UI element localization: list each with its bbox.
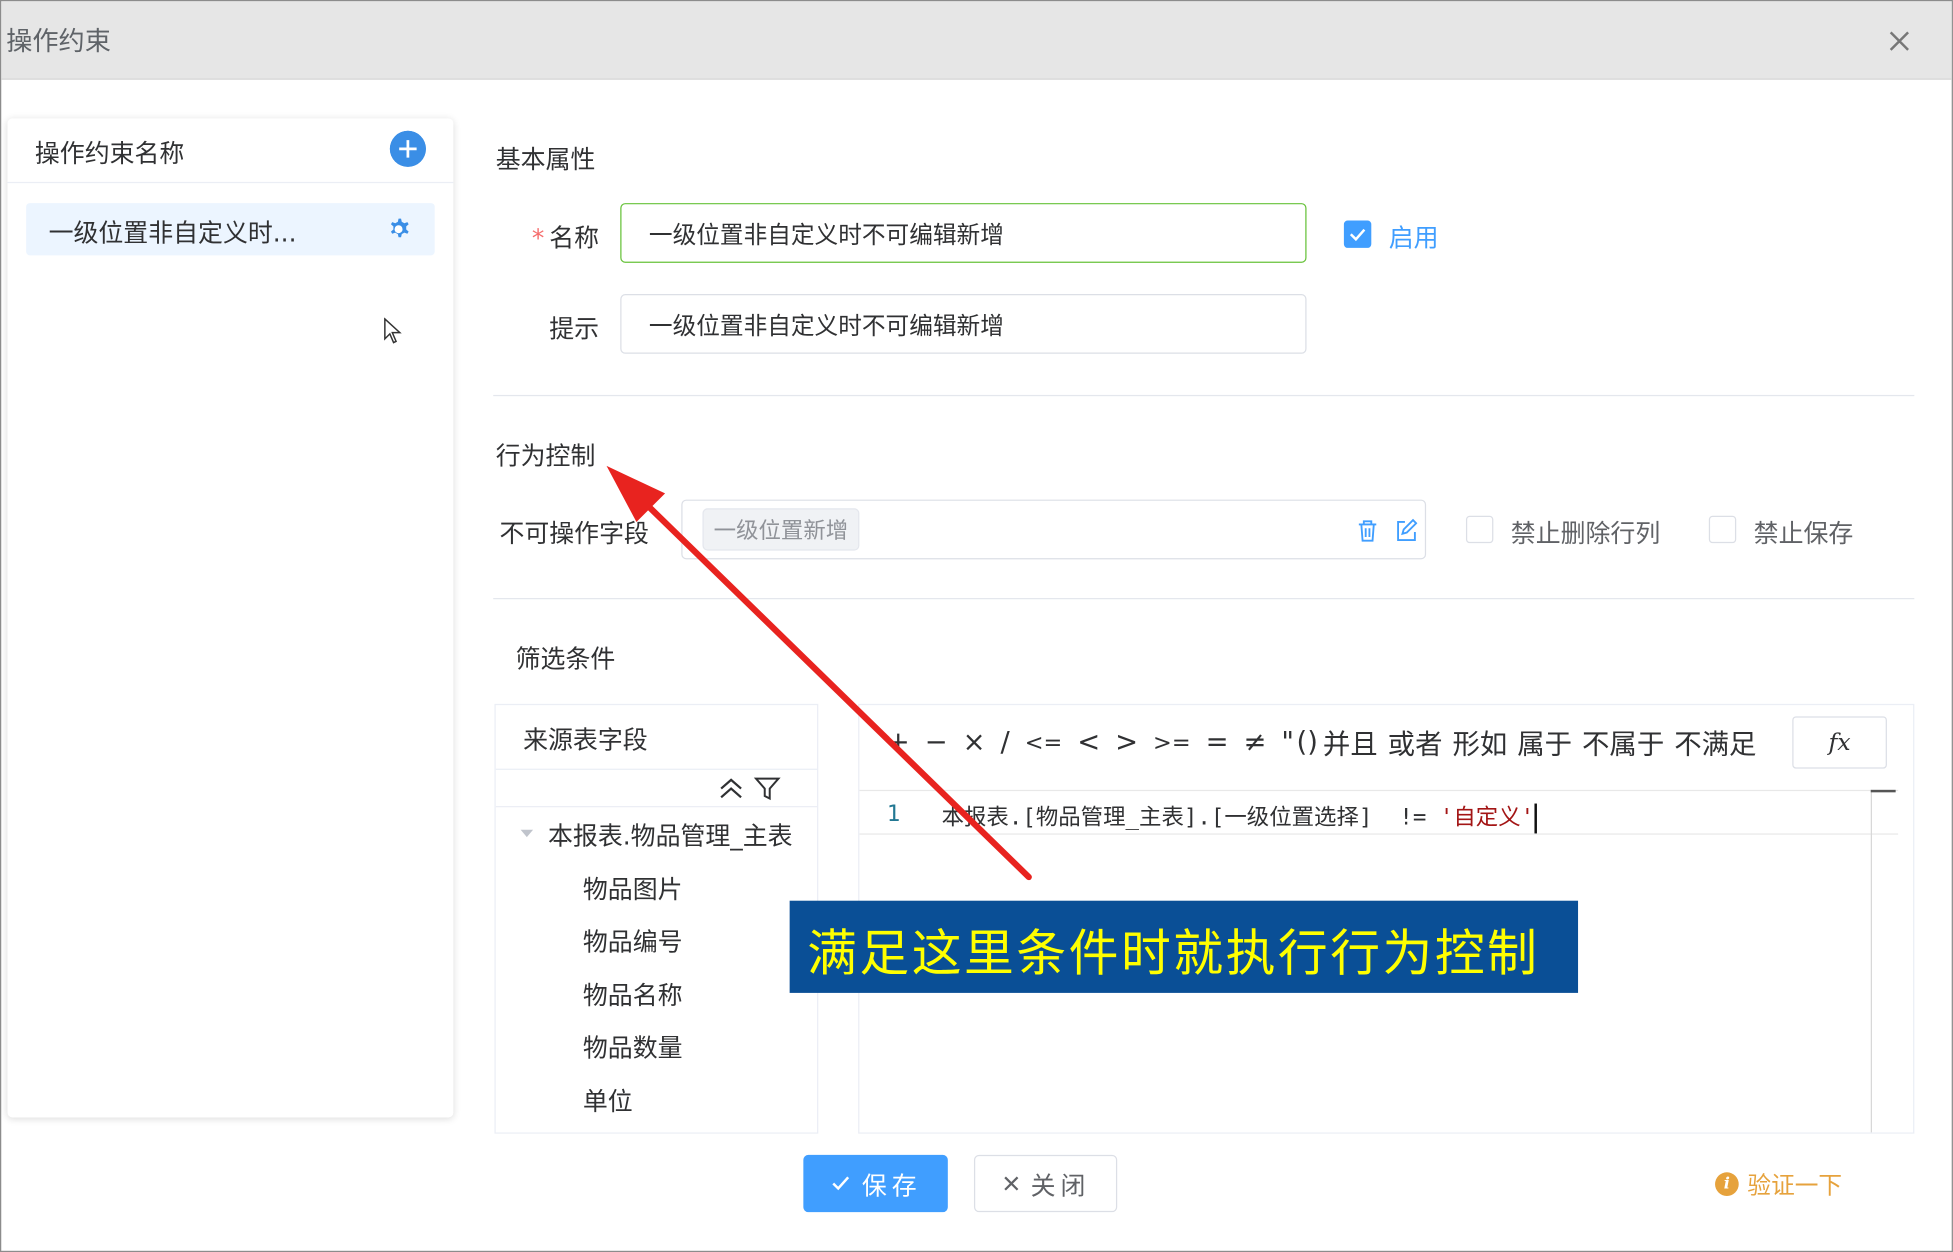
behavior-section-title: 行为控制 [495, 441, 596, 471]
check-icon [1349, 228, 1366, 242]
filter-section-title: 筛选条件 [515, 644, 616, 674]
gear-icon[interactable] [384, 214, 414, 244]
close-icon [1003, 1176, 1018, 1191]
operator-button[interactable]: 不属于 [1582, 723, 1664, 763]
restricted-fields-select[interactable]: 一级位置新增 [681, 499, 1427, 560]
check-icon [832, 1176, 850, 1191]
divider [493, 597, 1915, 600]
constraint-list-title: 操作约束名称 [34, 138, 185, 169]
tree-node[interactable]: 物品数量 [583, 1028, 683, 1064]
operator-button[interactable]: / [1001, 727, 1010, 758]
operator-toolbar: + − × / <= < > >= = ≠ " () 并且 或者 形如 属于 不… [887, 723, 1757, 763]
source-fields-header: 来源表字段 [495, 705, 818, 770]
operator-button[interactable]: > [1115, 727, 1138, 758]
operator-button[interactable]: " [1281, 727, 1294, 758]
forbid-delete-label[interactable]: 禁止删除行列 [1511, 513, 1660, 549]
enable-label[interactable]: 启用 [1389, 218, 1439, 254]
operator-button[interactable]: () [1297, 727, 1318, 758]
code-line[interactable]: 1 本报表.[物品管理_主表].[一级位置选择] != '自定义' [859, 789, 1899, 835]
dialog-titlebar: 操作约束 [1, 1, 1952, 80]
constraint-item-label: 一级位置非自定义时... [48, 218, 297, 248]
forbid-delete-checkbox[interactable] [1465, 515, 1494, 544]
line-number: 1 [886, 801, 901, 828]
constraint-list-panel: 操作约束名称 一级位置非自定义时... [7, 118, 454, 1118]
operator-button[interactable]: 形如 [1452, 723, 1507, 763]
operator-button[interactable]: 属于 [1517, 723, 1572, 763]
operator-button[interactable]: = [1206, 727, 1229, 758]
enable-checkbox[interactable] [1343, 220, 1372, 248]
name-input[interactable]: 一级位置非自定义时不可编辑新增 [620, 203, 1307, 263]
source-fields-panel: 来源表字段 本报表.物品管理_主表 物品图片 物品编号 物品名称 物品数量 单位 [494, 703, 819, 1134]
function-button[interactable]: fx [1792, 716, 1887, 769]
operator-button[interactable]: <= [1025, 729, 1063, 755]
field-tag: 一级位置新增 [702, 508, 860, 551]
constraint-list-item[interactable]: 一级位置非自定义时... [26, 203, 435, 256]
annotation-callout: 满足这里条件时就执行行为控制 [789, 900, 1579, 993]
restricted-fields-label: 不可操作字段 [499, 518, 649, 549]
operator-button[interactable]: < [1077, 727, 1100, 758]
tree-node[interactable]: 单位 [583, 1081, 633, 1117]
code-text[interactable]: 本报表.[物品管理_主表].[一级位置选择] != '自定义' [942, 800, 1537, 834]
plus-circle-icon[interactable] [389, 130, 426, 167]
scrollbar-marker [1870, 789, 1896, 793]
forbid-save-checkbox[interactable] [1708, 515, 1737, 544]
operator-button[interactable]: + [887, 727, 910, 758]
hint-label: 提示 [549, 313, 600, 344]
basic-section-title: 基本属性 [495, 144, 596, 175]
operator-button[interactable]: − [925, 727, 948, 758]
source-fields-title: 来源表字段 [523, 725, 648, 755]
dialog-title: 操作约束 [6, 26, 111, 57]
verify-link[interactable]: i 验证一下 [1715, 1167, 1842, 1201]
tree-root-node[interactable]: 本报表.物品管理_主表 [548, 816, 793, 852]
operator-button[interactable]: 或者 [1388, 723, 1443, 763]
hint-input[interactable]: 一级位置非自定义时不可编辑新增 [620, 294, 1307, 354]
name-label: * 名称 [531, 222, 600, 253]
mouse-cursor-icon [384, 317, 402, 344]
operator-button[interactable]: 不满足 [1674, 723, 1756, 763]
close-button[interactable]: 关闭 [973, 1154, 1118, 1213]
double-chevron-up-icon[interactable] [717, 775, 744, 802]
caret-down-icon[interactable] [518, 825, 535, 842]
forbid-save-label[interactable]: 禁止保存 [1754, 513, 1854, 549]
save-button[interactable]: 保存 [803, 1154, 948, 1213]
operator-button[interactable]: × [963, 727, 986, 758]
divider [493, 394, 1915, 397]
tree-node[interactable]: 物品名称 [583, 975, 683, 1011]
info-icon: i [1715, 1172, 1739, 1196]
operator-button[interactable]: >= [1153, 729, 1191, 755]
operator-button[interactable]: ≠ [1243, 727, 1266, 758]
text-caret [1534, 803, 1537, 834]
operation-constraint-dialog: 操作约束 操作约束名称 一级位置非自定义时... 基本属性 * 名称 一级位置非自… [0, 0, 1953, 1252]
annotation-text: 满足这里条件时就执行行为控制 [807, 925, 1540, 983]
operator-button[interactable]: 并且 [1323, 723, 1378, 763]
close-icon[interactable] [1882, 24, 1917, 59]
constraint-list-header: 操作约束名称 [7, 118, 454, 184]
funnel-icon[interactable] [753, 775, 781, 802]
source-fields-toolbar [495, 770, 818, 808]
editor-scrollbar[interactable] [1870, 789, 1872, 1133]
edit-icon[interactable] [1395, 518, 1418, 543]
trash-icon[interactable] [1356, 518, 1378, 543]
tree-node[interactable]: 物品编号 [583, 922, 683, 958]
tree-node[interactable]: 物品图片 [583, 870, 683, 906]
